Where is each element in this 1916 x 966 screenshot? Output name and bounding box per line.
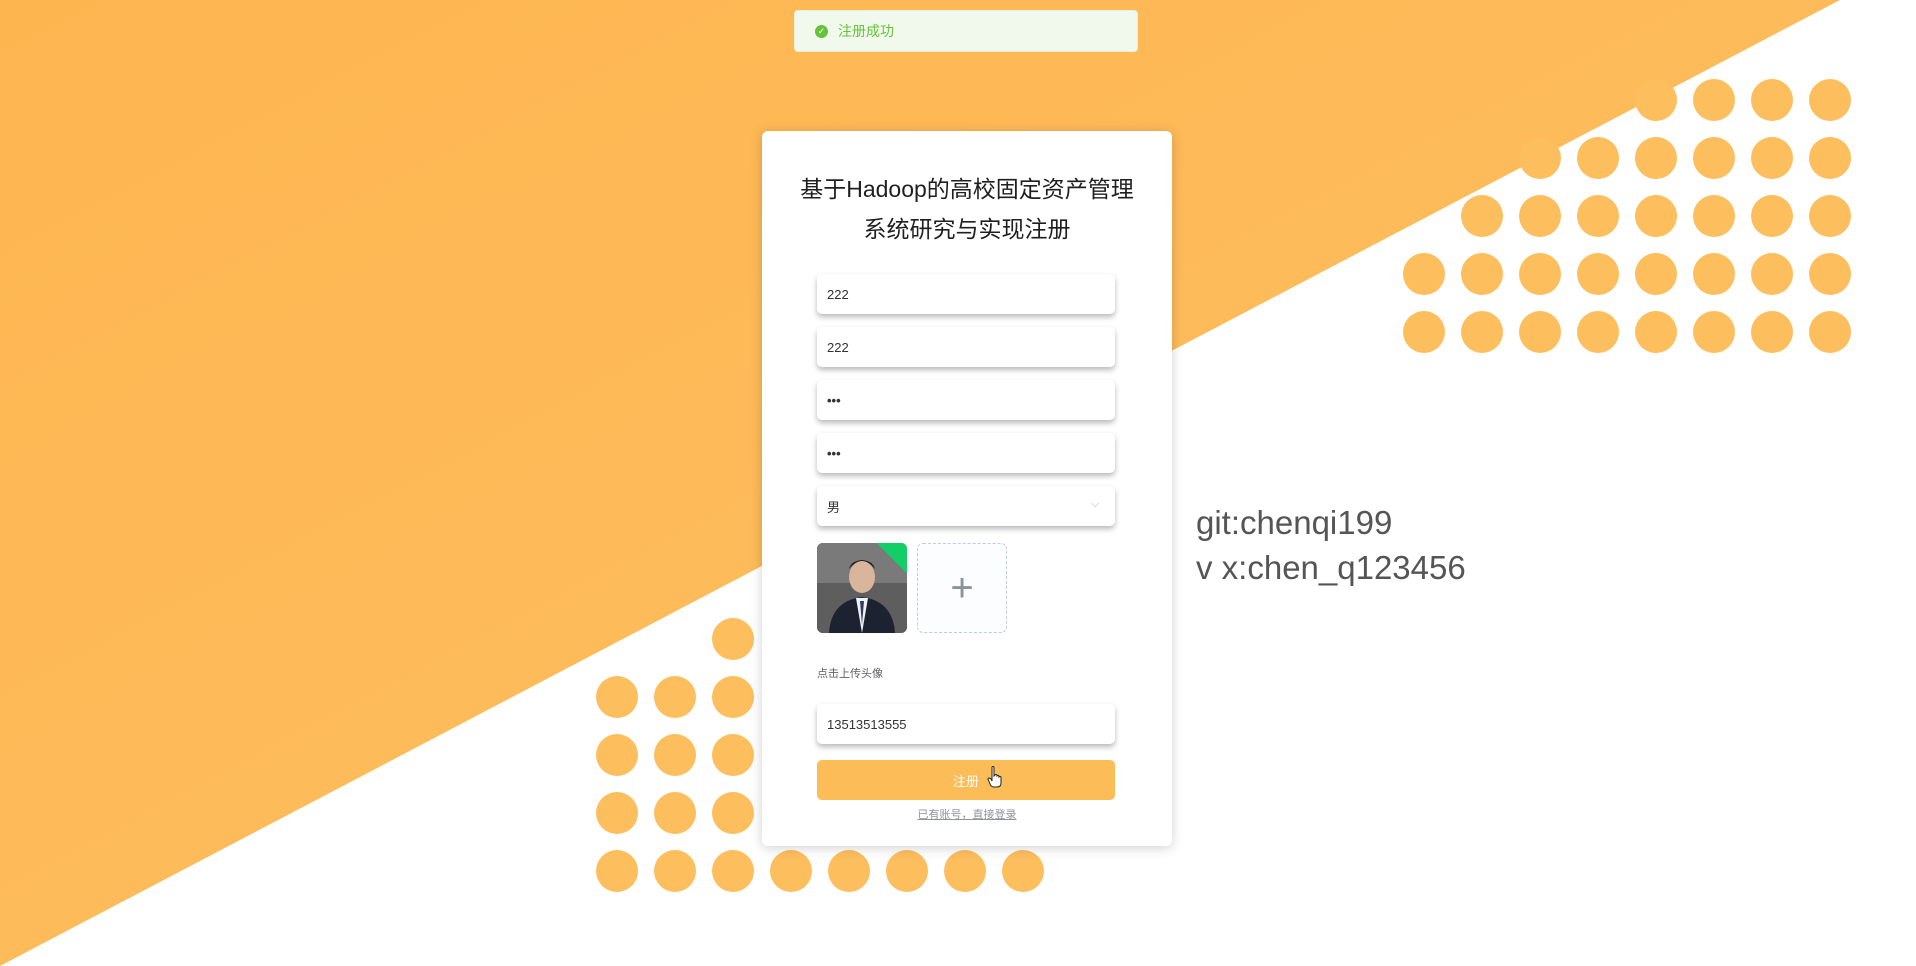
decorative-dot bbox=[1635, 79, 1677, 121]
decorative-dot bbox=[1577, 195, 1619, 237]
decorative-dot bbox=[654, 792, 696, 834]
decorative-dot bbox=[1519, 195, 1561, 237]
success-check-icon: ✓ bbox=[815, 24, 828, 38]
decorative-dot bbox=[596, 792, 638, 834]
decorative-dot bbox=[654, 734, 696, 776]
decorative-dot bbox=[1635, 253, 1677, 295]
gender-selected-value: 男 bbox=[827, 499, 841, 515]
decorative-dot bbox=[654, 676, 696, 718]
name-value: 222 bbox=[827, 339, 849, 355]
decorative-dot bbox=[1751, 253, 1793, 295]
decorative-dot bbox=[1577, 253, 1619, 295]
decorative-dot bbox=[944, 850, 986, 892]
phone-value: 13513513555 bbox=[827, 716, 907, 732]
decorative-dot bbox=[1461, 195, 1503, 237]
decorative-dot bbox=[886, 850, 928, 892]
register-card: 基于Hadoop的高校固定资产管理 系统研究与实现注册 222 222 ••• … bbox=[762, 131, 1172, 846]
decorative-dot bbox=[1809, 311, 1851, 353]
decorative-dot bbox=[596, 676, 638, 718]
phone-field[interactable]: 13513513555 bbox=[817, 704, 1115, 744]
register-page: ✓ 注册成功 基于Hadoop的高校固定资产管理 系统研究与实现注册 222 2… bbox=[0, 0, 1916, 966]
gender-select[interactable]: 男 ⌵ bbox=[817, 486, 1115, 526]
title-line-2: 系统研究与实现注册 bbox=[863, 216, 1071, 242]
decorative-dot bbox=[1635, 311, 1677, 353]
confirm-password-value: ••• bbox=[827, 445, 841, 461]
title-line-1: 基于Hadoop的高校固定资产管理 bbox=[800, 176, 1134, 202]
username-value: 222 bbox=[827, 286, 849, 302]
decorative-dot bbox=[1461, 253, 1503, 295]
decorative-dot bbox=[712, 618, 754, 660]
page-title: 基于Hadoop的高校固定资产管理 系统研究与实现注册 bbox=[762, 169, 1172, 249]
password-field[interactable]: ••• bbox=[817, 380, 1115, 420]
decorative-dot bbox=[1519, 311, 1561, 353]
contact-info: git:chenqi199 v x:chen_q123456 bbox=[1196, 500, 1466, 590]
success-toast: ✓ 注册成功 bbox=[794, 10, 1138, 52]
plus-icon: + bbox=[950, 565, 974, 610]
decorative-dot bbox=[1693, 137, 1735, 179]
decorative-dot bbox=[1809, 253, 1851, 295]
decorative-dot bbox=[1751, 195, 1793, 237]
decorative-dot bbox=[1461, 311, 1503, 353]
decorative-dot bbox=[712, 792, 754, 834]
toast-message: 注册成功 bbox=[838, 23, 894, 39]
decorative-dot bbox=[596, 734, 638, 776]
decorative-dot bbox=[712, 850, 754, 892]
decorative-dot bbox=[1693, 79, 1735, 121]
decorative-dot bbox=[1002, 850, 1044, 892]
decorative-dot bbox=[1751, 311, 1793, 353]
decorative-dot bbox=[712, 734, 754, 776]
decorative-dot bbox=[828, 850, 870, 892]
decorative-dot bbox=[1519, 137, 1561, 179]
decorative-dot bbox=[596, 850, 638, 892]
chevron-down-icon: ⌵ bbox=[1091, 498, 1100, 510]
register-button[interactable]: 注册 bbox=[817, 760, 1115, 800]
decorative-dot bbox=[1809, 137, 1851, 179]
decorative-dot bbox=[1809, 79, 1851, 121]
decorative-dot bbox=[1693, 253, 1735, 295]
decorative-dot bbox=[1635, 137, 1677, 179]
decorative-dot bbox=[1403, 311, 1445, 353]
password-value: ••• bbox=[827, 392, 841, 408]
login-link[interactable]: 已有账号，直接登录 bbox=[762, 806, 1172, 822]
decorative-dot bbox=[1577, 137, 1619, 179]
name-field[interactable]: 222 bbox=[817, 327, 1115, 367]
hand-pointer-icon bbox=[987, 766, 1002, 788]
decorative-dot bbox=[1693, 195, 1735, 237]
avatar-upload-button[interactable]: + bbox=[917, 543, 1007, 633]
contact-wechat: v x:chen_q123456 bbox=[1196, 549, 1466, 586]
confirm-password-field[interactable]: ••• bbox=[817, 433, 1115, 473]
register-button-label: 注册 bbox=[952, 773, 979, 789]
decorative-dot bbox=[1635, 195, 1677, 237]
decorative-dot bbox=[654, 850, 696, 892]
avatar-upload-hint: 点击上传头像 bbox=[817, 668, 883, 680]
decorative-dot bbox=[1751, 137, 1793, 179]
decorative-dot bbox=[1577, 311, 1619, 353]
username-field[interactable]: 222 bbox=[817, 274, 1115, 314]
decorative-dot bbox=[1809, 195, 1851, 237]
uploaded-avatar[interactable] bbox=[817, 543, 907, 633]
decorative-dot bbox=[770, 850, 812, 892]
decorative-dot bbox=[1519, 253, 1561, 295]
decorative-dot bbox=[1403, 253, 1445, 295]
decorative-dot bbox=[1693, 311, 1735, 353]
contact-git: git:chenqi199 bbox=[1196, 504, 1393, 541]
decorative-dot bbox=[1751, 79, 1793, 121]
decorative-dot bbox=[712, 676, 754, 718]
